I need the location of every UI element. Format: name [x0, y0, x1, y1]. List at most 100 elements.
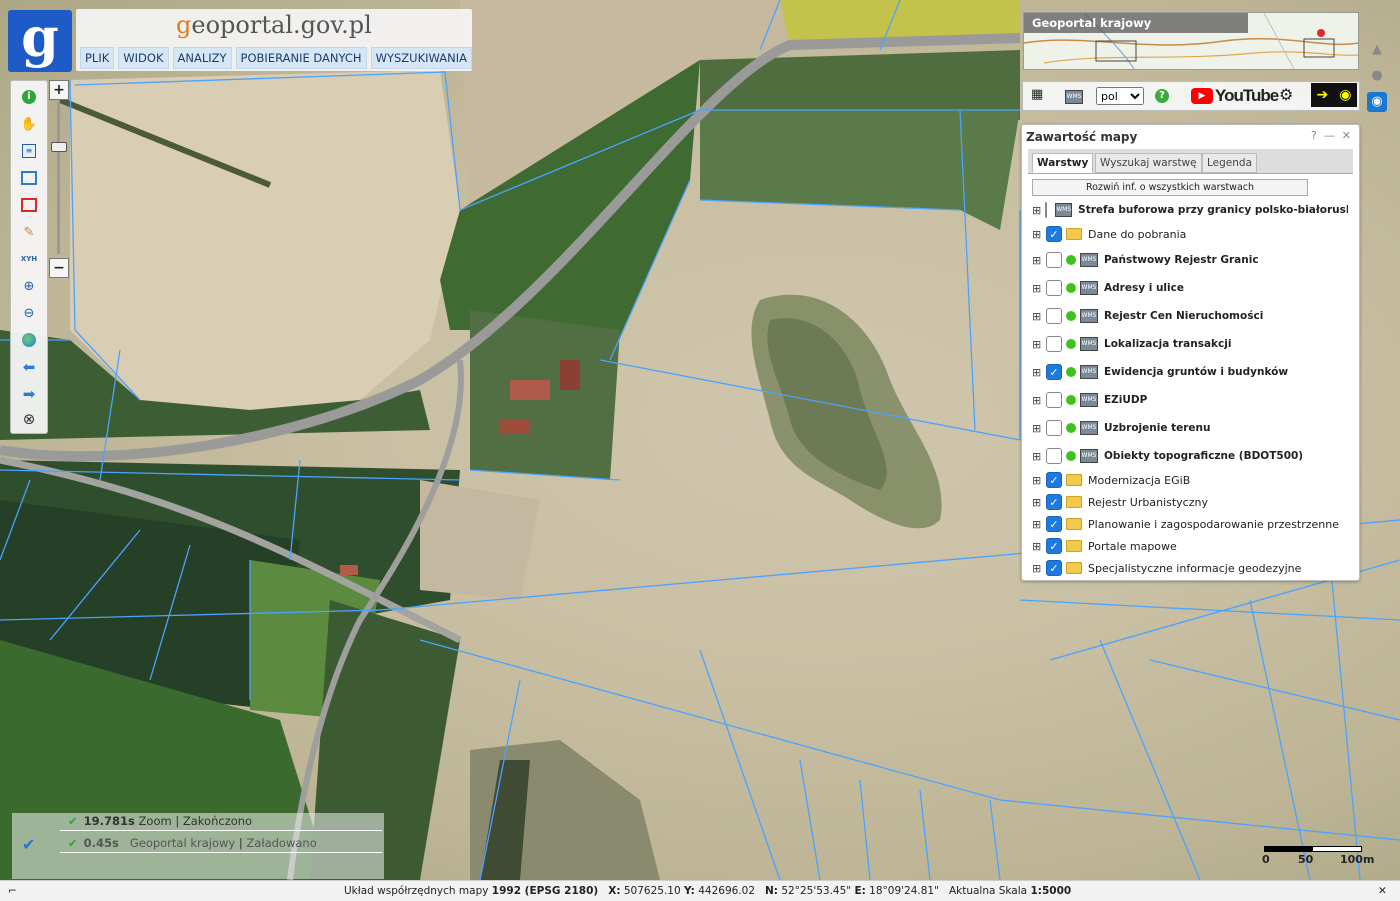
- expand-plus-icon[interactable]: ⊞: [1032, 450, 1042, 463]
- expand-plus-icon[interactable]: ⊞: [1032, 422, 1042, 435]
- help-icon[interactable]: ?: [1155, 87, 1169, 103]
- layer-checkbox[interactable]: ✓: [1046, 226, 1062, 242]
- language-select[interactable]: pol: [1096, 87, 1144, 105]
- layer-name[interactable]: EZiUDP: [1104, 394, 1147, 406]
- layer-row[interactable]: ⊞ ✓ Portale mapowe: [1032, 535, 1177, 557]
- layer-checkbox[interactable]: [1046, 336, 1062, 352]
- zoom-in-button[interactable]: +: [49, 80, 69, 100]
- layer-checkbox[interactable]: ✓: [1046, 364, 1062, 380]
- layer-checkbox[interactable]: ✓: [1046, 538, 1062, 554]
- layer-name[interactable]: Strefa buforowa przy granicy polsko-biał…: [1078, 204, 1348, 216]
- tab-wyszukaj-warstwe[interactable]: Wyszukaj warstwę: [1095, 153, 1202, 173]
- select-red-icon[interactable]: [19, 195, 39, 215]
- layer-checkbox[interactable]: [1046, 392, 1062, 408]
- layer-name[interactable]: Modernizacja EGiB: [1088, 474, 1190, 487]
- layer-checkbox[interactable]: ✓: [1046, 494, 1062, 510]
- overview-map[interactable]: Geoportal krajowy: [1023, 12, 1359, 70]
- layer-name[interactable]: Rejestr Cen Nieruchomości: [1104, 310, 1263, 322]
- minimize-button[interactable]: —: [1324, 129, 1335, 142]
- tab-warstwy[interactable]: Warstwy: [1032, 153, 1094, 173]
- layer-row[interactable]: ⊞ WMS Uzbrojenie terenu: [1032, 417, 1211, 439]
- help-button[interactable]: ?: [1311, 129, 1317, 142]
- layer-checkbox[interactable]: [1046, 280, 1062, 296]
- zoom-track[interactable]: [57, 102, 60, 254]
- expand-plus-icon[interactable]: ⊞: [1032, 562, 1042, 575]
- layer-row[interactable]: ⊞ ✓ Modernizacja EGiB: [1032, 469, 1190, 491]
- close-button[interactable]: ✕: [1342, 129, 1351, 142]
- grid-icon[interactable]: ▦: [1031, 87, 1043, 102]
- tab-legenda[interactable]: Legenda: [1202, 153, 1258, 173]
- menu-analizy[interactable]: ANALIZY: [172, 47, 232, 69]
- expand-plus-icon[interactable]: ⊞: [1032, 366, 1042, 379]
- layer-name[interactable]: Portale mapowe: [1088, 540, 1177, 553]
- menu-widok[interactable]: WIDOK: [118, 47, 169, 69]
- eye-toggle-icon[interactable]: ◉: [1367, 92, 1387, 112]
- zoom-out-icon[interactable]: ⊖: [19, 303, 39, 323]
- layer-row[interactable]: ⊞ WMS Rejestr Cen Nieruchomości: [1032, 305, 1263, 327]
- menu-plik[interactable]: PLIK: [80, 47, 115, 69]
- layer-row[interactable]: ⊞ ✓ WMS Ewidencja gruntów i budynków: [1032, 361, 1288, 383]
- expand-plus-icon[interactable]: ⊞: [1032, 338, 1042, 351]
- expand-plus-icon[interactable]: ⊞: [1032, 518, 1042, 531]
- layer-checkbox[interactable]: [1046, 420, 1062, 436]
- menu-wyszukiwania[interactable]: WYSZUKIWANIA: [370, 47, 472, 69]
- layer-row[interactable]: ⊞ ✓ Dane do pobrania: [1032, 223, 1186, 245]
- layer-name[interactable]: Obiekty topograficzne (BDOT500): [1104, 450, 1303, 462]
- layer-checkbox[interactable]: ✓: [1046, 560, 1062, 576]
- dot-icon[interactable]: ●: [1367, 66, 1387, 86]
- expand-plus-icon[interactable]: ⊞: [1032, 228, 1042, 241]
- layer-name[interactable]: Uzbrojenie terenu: [1104, 422, 1211, 434]
- layer-name[interactable]: Planowanie i zagospodarowanie przestrzen…: [1088, 518, 1339, 531]
- layer-row[interactable]: ⊞ WMS Strefa buforowa przy granicy polsko-…: [1032, 199, 1348, 221]
- layer-row[interactable]: ⊞ ✓ Rejestr Urbanistyczny: [1032, 491, 1208, 513]
- accessibility-icon[interactable]: ⚙: [1279, 85, 1293, 104]
- stop-icon[interactable]: ⊗: [19, 409, 39, 429]
- expand-plus-icon[interactable]: ⊞: [1032, 204, 1041, 217]
- expand-plus-icon[interactable]: ⊞: [1032, 474, 1042, 487]
- layer-name[interactable]: Lokalizacja transakcji: [1104, 338, 1231, 350]
- layer-name[interactable]: Ewidencja gruntów i budynków: [1104, 366, 1288, 378]
- pencil-icon[interactable]: ✎: [19, 222, 39, 242]
- expand-plus-icon[interactable]: ⊞: [1032, 394, 1042, 407]
- expand-plus-icon[interactable]: ⊞: [1032, 310, 1042, 323]
- expand-plus-icon[interactable]: ⊞: [1032, 282, 1042, 295]
- expand-plus-icon[interactable]: ⊞: [1032, 496, 1042, 509]
- layer-checkbox[interactable]: [1046, 308, 1062, 324]
- layer-row[interactable]: ⊞ WMS EZiUDP: [1032, 389, 1147, 411]
- zoom-in-icon[interactable]: ⊕: [19, 276, 39, 296]
- wms-icon[interactable]: WMS: [1065, 87, 1083, 104]
- expand-plus-icon[interactable]: ⊞: [1032, 254, 1042, 267]
- list-icon[interactable]: ≡: [19, 141, 39, 161]
- expand-all-button[interactable]: Rozwiń inf. o wszystkich warstwach: [1032, 179, 1308, 196]
- menu-pobieranie-danych[interactable]: POBIERANIE DANYCH: [235, 47, 367, 69]
- youtube-link[interactable]: ▶ YouTube: [1191, 86, 1279, 106]
- select-icon[interactable]: [19, 168, 39, 188]
- layer-name[interactable]: Państwowy Rejestr Granic: [1104, 254, 1259, 266]
- forward-arrow-icon[interactable]: ➡: [19, 384, 39, 404]
- layer-name[interactable]: Rejestr Urbanistyczny: [1088, 496, 1208, 509]
- geoportal-logo[interactable]: g: [8, 10, 72, 72]
- close-icon[interactable]: ✕: [1378, 881, 1387, 901]
- zoom-slider[interactable]: + −: [49, 80, 69, 278]
- pan-hand-icon[interactable]: ✋: [19, 114, 39, 134]
- globe-icon[interactable]: [19, 330, 39, 350]
- expand-plus-icon[interactable]: ⊞: [1032, 540, 1042, 553]
- layer-row[interactable]: ⊞ WMS Obiekty topograficzne (BDOT500): [1032, 445, 1303, 467]
- layer-row[interactable]: ⊞ WMS Lokalizacja transakcji: [1032, 333, 1231, 355]
- high-contrast-toggle[interactable]: ➔ ◉: [1311, 83, 1357, 107]
- layer-checkbox[interactable]: ✓: [1046, 516, 1062, 532]
- layer-name[interactable]: Dane do pobrania: [1088, 228, 1186, 241]
- layer-row[interactable]: ⊞ ✓ Planowanie i zagospodarowanie przestrz…: [1032, 513, 1339, 535]
- info-icon[interactable]: i: [19, 87, 39, 107]
- layer-checkbox[interactable]: ✓: [1046, 472, 1062, 488]
- layer-row[interactable]: ⊞ ✓ Specjalistyczne informacje geodezyjne: [1032, 557, 1301, 579]
- layer-checkbox[interactable]: [1046, 448, 1062, 464]
- layer-checkbox[interactable]: [1045, 202, 1048, 218]
- site-title[interactable]: geoportal.gov.pl: [176, 11, 372, 39]
- zoom-out-button[interactable]: −: [49, 258, 69, 278]
- layer-row[interactable]: ⊞ WMS Państwowy Rejestr Granic: [1032, 249, 1259, 271]
- layer-row[interactable]: ⊞ WMS Adresy i ulice: [1032, 277, 1184, 299]
- layer-name[interactable]: Adresy i ulice: [1104, 282, 1184, 294]
- xyh-icon[interactable]: XYH: [19, 249, 39, 269]
- back-arrow-icon[interactable]: ⬅: [19, 357, 39, 377]
